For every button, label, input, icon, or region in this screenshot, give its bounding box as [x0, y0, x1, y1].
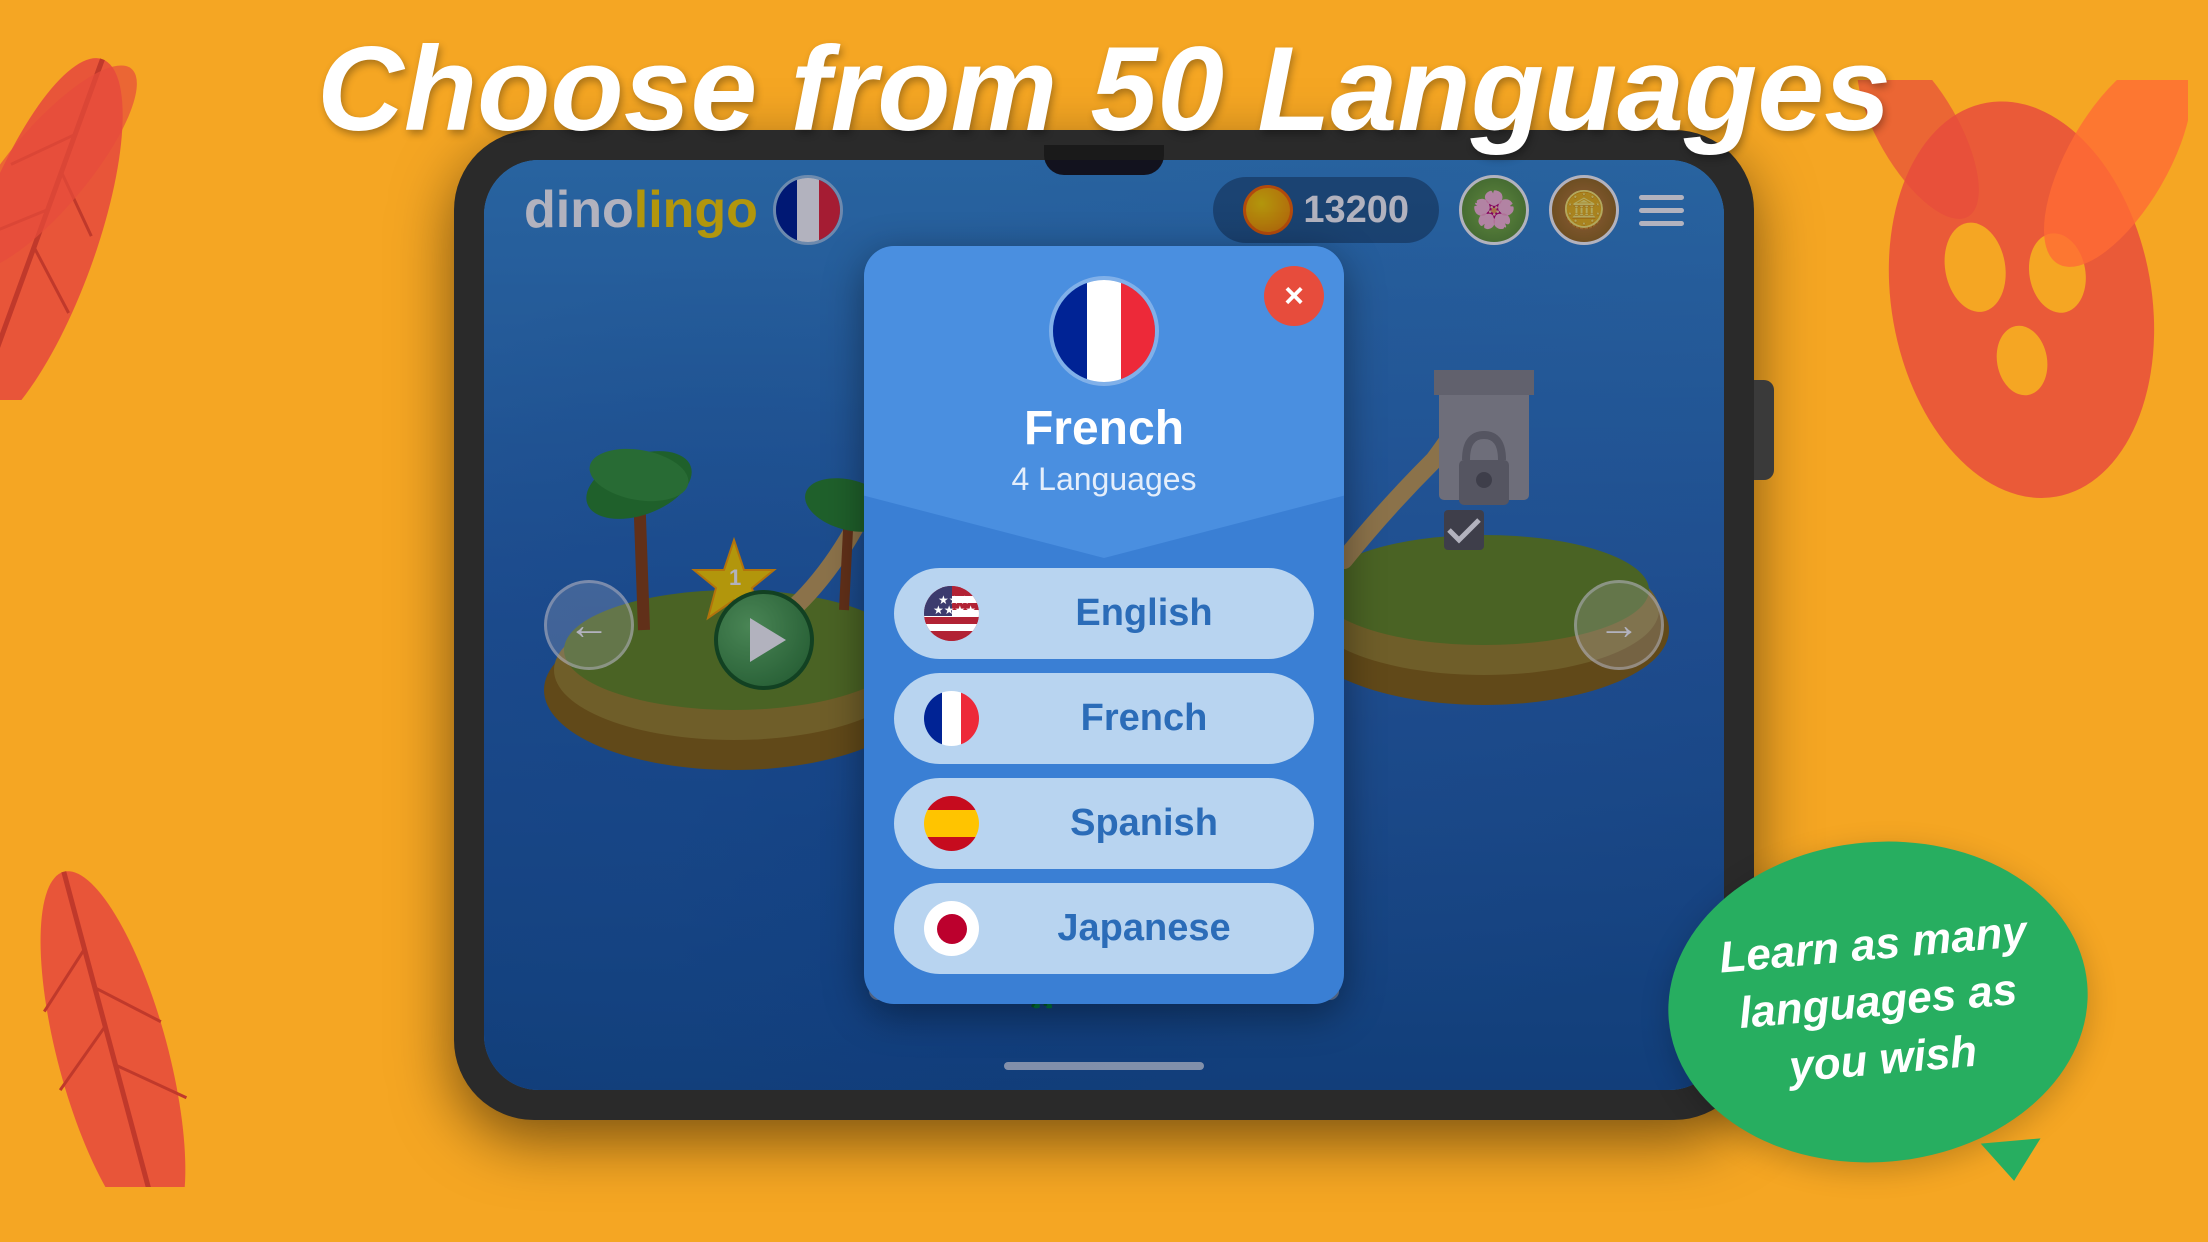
modal-flag	[1049, 276, 1159, 386]
modal-overlay: × French 4 Languages	[484, 160, 1724, 1090]
game-map: dinolingo 13200 🌸 🪙	[484, 160, 1724, 1090]
flag-english: ★★★ ★★★★	[924, 586, 979, 641]
language-list: ★★★ ★★★★ English French	[864, 538, 1344, 974]
japanese-label: Japanese	[1004, 907, 1284, 950]
phone-side-button	[1754, 380, 1774, 480]
language-item-spanish[interactable]: Spanish	[894, 778, 1314, 869]
leaf-decoration-topright	[1768, 80, 2188, 635]
spanish-label: Spanish	[1004, 802, 1284, 845]
modal-close-button[interactable]: ×	[1264, 266, 1324, 326]
modal-language-count: 4 Languages	[1011, 461, 1196, 498]
language-item-english[interactable]: ★★★ ★★★★ English	[894, 568, 1314, 659]
flag-japanese	[924, 901, 979, 956]
language-selector-modal: × French 4 Languages	[864, 246, 1344, 1004]
svg-text:★★★★: ★★★★	[933, 603, 976, 617]
flag-french	[924, 691, 979, 746]
language-item-french[interactable]: French	[894, 673, 1314, 764]
speech-bubble-text: Learn as many languages as you wish	[1659, 868, 2098, 1135]
phone-frame: dinolingo 13200 🌸 🪙	[454, 130, 1754, 1120]
modal-language-name: French	[1024, 401, 1184, 456]
french-label: French	[1004, 697, 1284, 740]
leaf-decoration-bottomleft	[0, 807, 320, 1192]
flag-spanish	[924, 796, 979, 851]
page-title: Choose from 50 Languages	[0, 20, 2208, 158]
phone-screen: dinolingo 13200 🌸 🪙	[484, 160, 1724, 1090]
language-item-japanese[interactable]: Japanese	[894, 883, 1314, 974]
english-label: English	[1004, 592, 1284, 635]
